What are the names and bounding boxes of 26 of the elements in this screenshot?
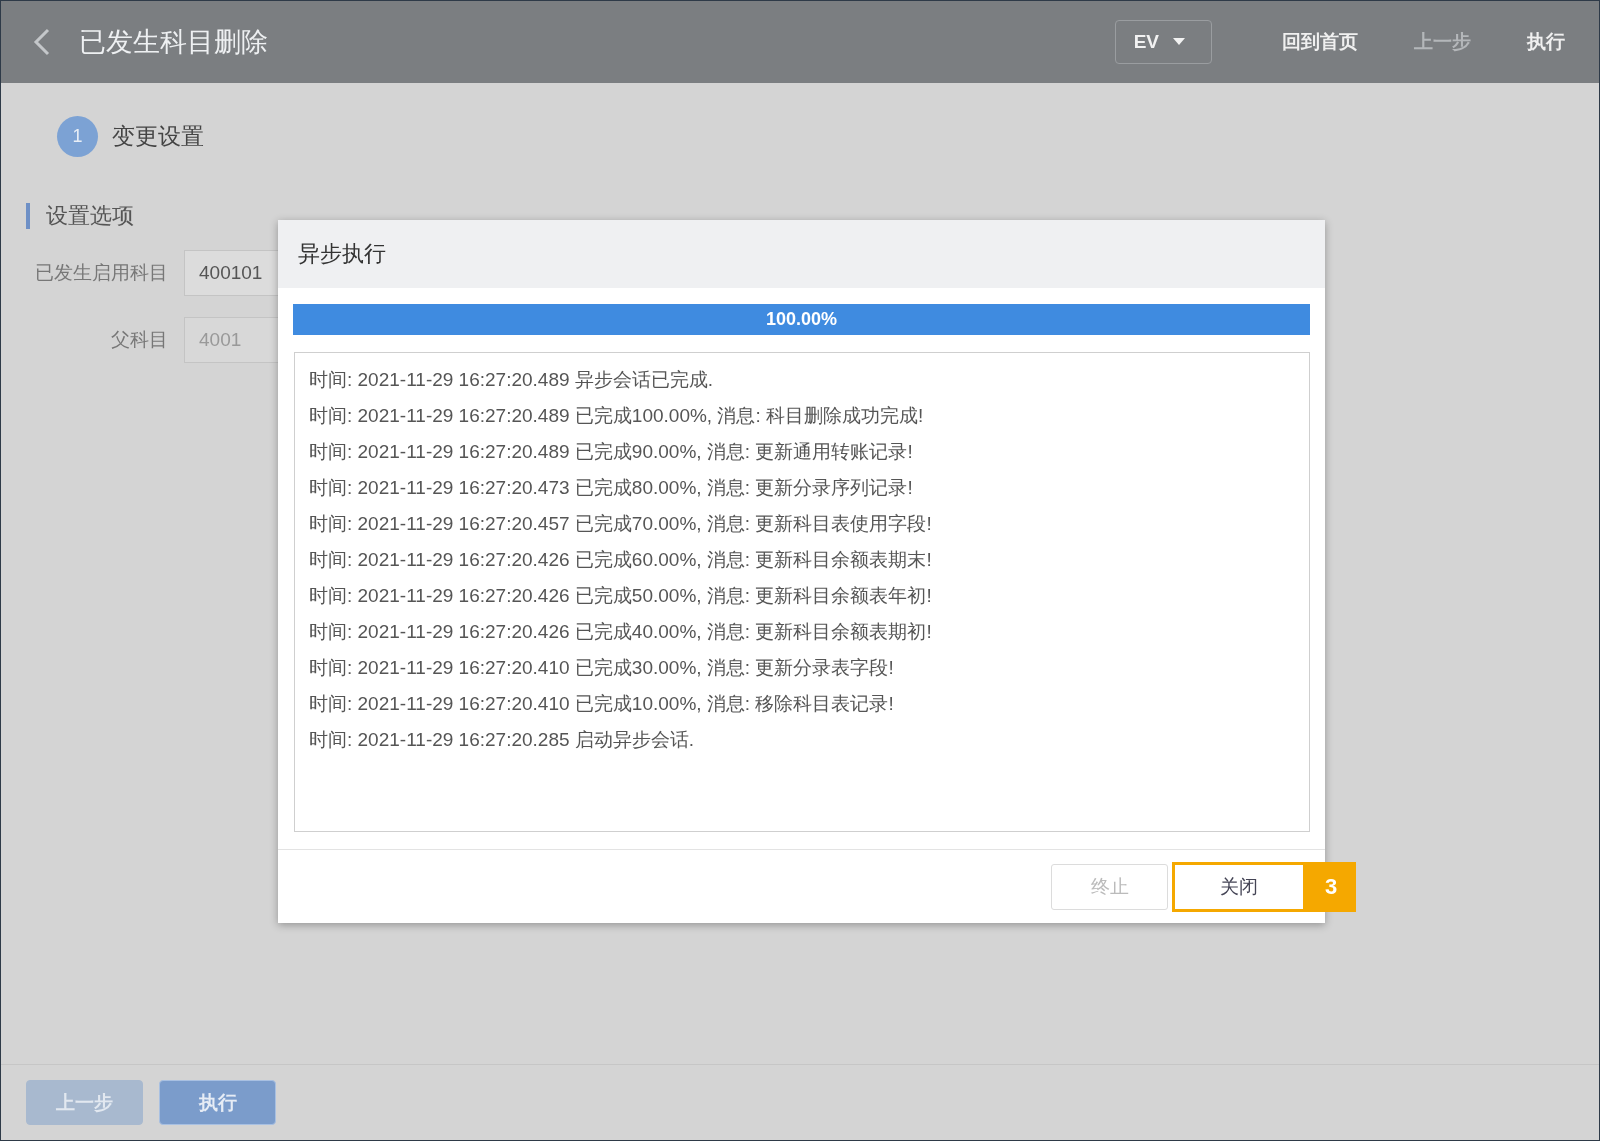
log-line: 时间: 2021-11-29 16:27:20.426 已完成60.00%, 消息: 更新科目余额表期末! [309,548,933,572]
log-line: 时间: 2021-11-29 16:27:20.489 已完成90.00%, 消息: 更新通用转账记录! [309,440,914,464]
log-line: 时间: 2021-11-29 16:27:20.285 启动异步会话. [309,728,696,752]
progress-reading: 100.00% [765,309,838,330]
log-line: 时间: 2021-11-29 16:27:20.426 已完成50.00%, 消息: 更新科目余额表年初! [309,584,933,608]
page-title: 已发生科目删除 [79,26,269,59]
log-line: 时间: 2021-11-29 16:27:20.489 异步会话已完成. [309,368,715,392]
log-line: 时间: 2021-11-29 16:27:20.410 已完成30.00%, 消息: 更新分录表字段! [309,656,895,680]
log-line: 时间: 2021-11-29 16:27:20.426 已完成40.00%, 消息: 更新科目余额表期初! [309,620,933,644]
field-label: 父科目 [110,328,168,352]
dialog-title: 异步执行 [278,220,1325,288]
caret-icon [1173,38,1185,46]
header-action-button[interactable]: 回到首页 [1276,21,1364,63]
step-number: 1 [57,116,98,157]
callout-badge: 3 [1306,861,1356,912]
log-line: 时间: 2021-11-29 16:27:20.410 已完成10.00%, 消息: 移除科目表记录! [309,692,895,716]
dialog-button[interactable]: 关闭 [1172,861,1306,912]
header-action-button[interactable]: 执行 [1521,21,1571,63]
step-label: 变更设置 [112,122,204,151]
footer-button[interactable]: 执行 [159,1080,276,1125]
field-label: 已发生启用科目 [34,261,168,285]
dropdown-value: EV [1133,31,1159,53]
dropdown[interactable]: EV [1114,20,1212,64]
log-line: 时间: 2021-11-29 16:27:20.457 已完成70.00%, 消息: 更新科目表使用字段! [309,512,933,536]
log-line: 时间: 2021-11-29 16:27:20.489 已完成100.00%, 消息: 科目删除成功完成! [309,404,925,428]
log-line: 时间: 2021-11-29 16:27:20.473 已完成80.00%, 消息: 更新分录序列记录! [309,476,914,500]
